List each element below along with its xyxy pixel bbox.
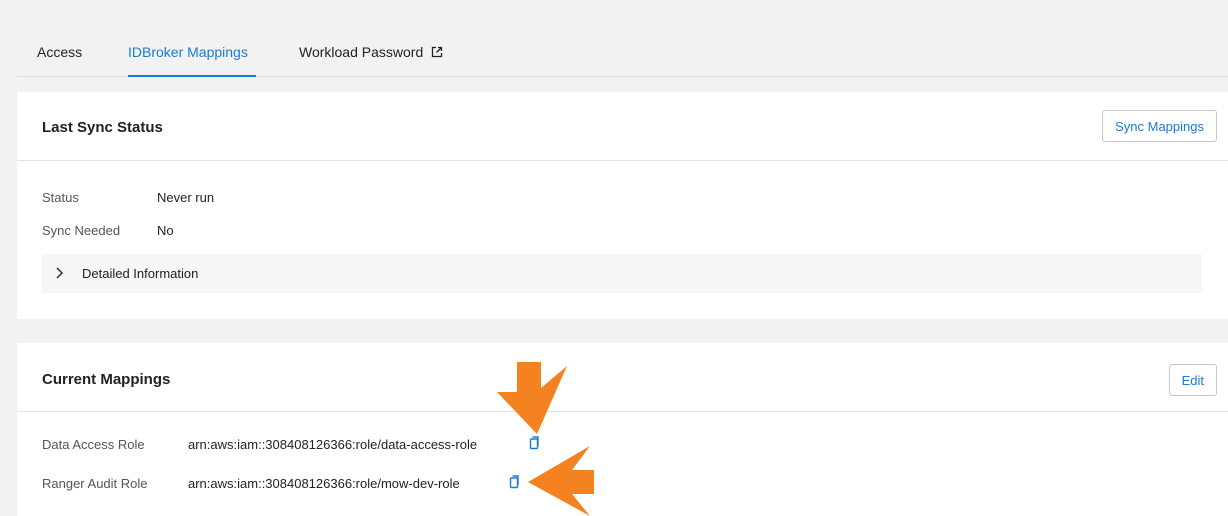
data-access-role-value: arn:aws:iam::308408126366:role/data-acce… [188,437,478,452]
tab-idbroker-mappings[interactable]: IDBroker Mappings [128,44,256,77]
last-sync-status-card: Last Sync Status Sync Mappings Status Ne… [17,92,1228,319]
card-header: Last Sync Status Sync Mappings [17,92,1228,161]
status-label: Status [42,190,79,205]
status-value: Never run [157,190,215,205]
sync-needed-value: No [157,223,174,238]
card-title: Current Mappings [42,371,171,388]
copy-icon[interactable] [509,475,519,489]
left-arrow-annotation [528,446,594,516]
edit-button[interactable]: Edit [1168,364,1217,396]
ranger-audit-role-label: Ranger Audit Role [42,476,148,491]
data-access-role-label: Data Access Role [42,437,145,452]
detailed-information-toggle[interactable]: Detailed Information [42,254,1202,293]
sync-mappings-button[interactable]: Sync Mappings [1102,110,1217,142]
ranger-audit-role-value: arn:aws:iam::308408126366:role/mow-dev-r… [188,476,460,491]
sync-needed-label: Sync Needed [42,223,121,238]
tab-bar: Access IDBroker Mappings Workload Passwo… [17,0,1228,77]
tab-workload-password[interactable]: Workload Password [299,44,443,77]
detailed-information-label: Detailed Information [82,266,199,281]
current-mappings-card: Current Mappings Edit Data Access Role a… [17,343,1228,516]
external-link-icon [431,46,443,58]
tab-workload-password-label: Workload Password [299,44,424,60]
tab-access[interactable]: Access [37,44,82,77]
chevron-right-icon [56,267,64,279]
down-arrow-annotation [497,362,567,434]
card-title: Last Sync Status [42,119,163,136]
card-header: Current Mappings Edit [17,343,1228,412]
